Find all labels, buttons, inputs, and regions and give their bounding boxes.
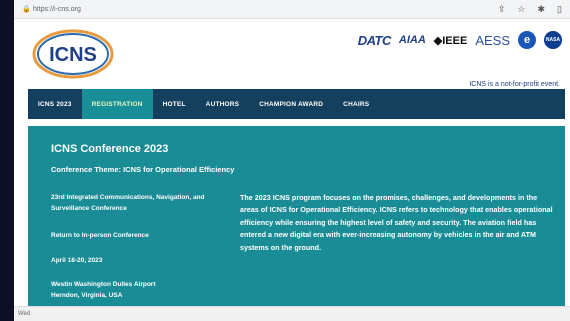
nav-hotel[interactable]: HOTEL (153, 89, 196, 119)
page-title: ICNS Conference 2023 (51, 143, 169, 155)
nasa-logo[interactable]: NASA (544, 31, 562, 49)
aess-logo[interactable]: AESS (475, 33, 510, 48)
screen-frame: 🔒 https://i-cns.org ⇪ ☆ ✱ ▯ ICNS DATC AI… (0, 0, 570, 321)
conference-dates: April 18-20, 2023 (51, 257, 103, 264)
conference-venue: Westin Washington Dulles Airport Herndon… (51, 279, 221, 301)
browser-window: 🔒 https://i-cns.org ⇪ ☆ ✱ ▯ ICNS DATC AI… (14, 0, 570, 321)
program-description: The 2023 ICNS program focuses on the pro… (240, 193, 553, 252)
share-icon[interactable]: ⇪ (498, 4, 506, 15)
conference-panel: ICNS Conference 2023 Conference Theme: I… (28, 126, 565, 306)
nav-icns-2023[interactable]: ICNS 2023 (28, 89, 82, 119)
conference-theme: Conference Theme: ICNS for Operational E… (51, 165, 235, 174)
taskbar-fragment: Wed (14, 306, 570, 321)
datc-logo[interactable]: DATC (358, 33, 392, 48)
url-text[interactable]: https://i-cns.org (33, 6, 498, 13)
icns-logo[interactable]: ICNS (32, 29, 114, 79)
lock-icon: 🔒 (22, 6, 31, 13)
return-note: Return to In-person Conference (51, 232, 149, 239)
main-nav: ICNS 2023 REGISTRATION HOTEL AUTHORS CHA… (28, 89, 565, 119)
sponsor-logos: DATC AIAA ◆IEEE AESS e NASA (358, 31, 562, 49)
nav-chairs[interactable]: CHAIRS (333, 89, 379, 119)
browser-toolbar: ⇪ ☆ ✱ ▯ (498, 4, 562, 15)
nav-registration[interactable]: REGISTRATION (81, 89, 153, 119)
ieee-logo[interactable]: ◆IEEE (434, 34, 468, 47)
star-icon[interactable]: ☆ (517, 4, 525, 15)
address-bar[interactable]: 🔒 https://i-cns.org ⇪ ☆ ✱ ▯ (14, 0, 570, 19)
extensions-icon[interactable]: ✱ (538, 4, 546, 15)
nav-champion-award[interactable]: CHAMPION AWARD (249, 89, 333, 119)
venue-name: Westin Washington Dulles Airport (51, 281, 156, 288)
aiaa-logo[interactable]: AIAA (399, 34, 426, 46)
eurocontrol-logo[interactable]: e (518, 31, 536, 49)
nav-authors[interactable]: AUTHORS (196, 89, 250, 119)
logo-text: ICNS (49, 44, 97, 66)
venue-location: Herndon, Virginia, USA (51, 292, 123, 299)
site-header: ICNS DATC AIAA ◆IEEE AESS e NASA ICNS is… (14, 19, 570, 89)
nonprofit-note: ICNS is a not-for-profit event. (469, 81, 560, 88)
taskbar-text: Wed (18, 311, 31, 317)
sidepanel-icon[interactable]: ▯ (557, 4, 562, 15)
conference-name: 23rd Integrated Communications, Navigati… (51, 194, 205, 212)
